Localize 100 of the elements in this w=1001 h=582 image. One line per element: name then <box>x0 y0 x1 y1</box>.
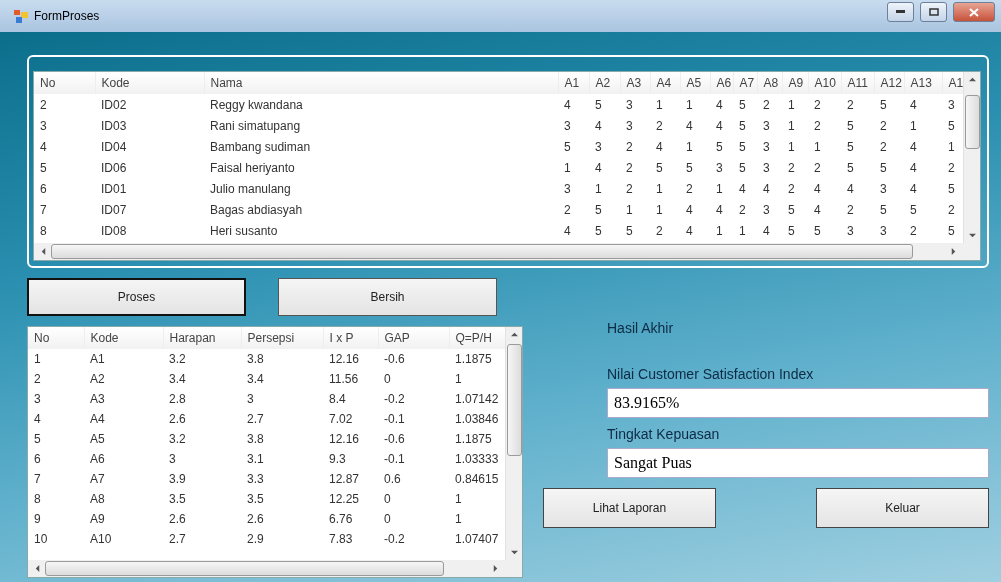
column-header[interactable]: A1 <box>942 72 963 94</box>
table-cell-text: 5 <box>947 117 956 135</box>
table-cell: ID02 <box>95 94 204 115</box>
table-cell-text: 5 <box>846 159 855 177</box>
table-cell-text: 10 <box>33 531 49 548</box>
table-cell-text: 7 <box>39 201 48 219</box>
scroll-thumb[interactable] <box>506 344 522 456</box>
table-cell: 4 <box>558 94 589 115</box>
table-cell-text: -0.6 <box>383 431 406 448</box>
table-cell-text: -0.1 <box>383 451 406 468</box>
column-header[interactable]: A6 <box>710 72 733 94</box>
scroll-thumb[interactable] <box>964 95 980 149</box>
table-cell-text: 2 <box>655 117 664 135</box>
table-cell: 5 <box>589 94 620 115</box>
table-cell-text: ID01 <box>100 180 128 198</box>
table-cell-text: 2 <box>655 222 664 240</box>
table-cell: 1 <box>680 94 710 115</box>
table-cell-text: ID07 <box>100 201 128 219</box>
column-header[interactable]: A11 <box>841 72 874 94</box>
column-header[interactable]: A3 <box>620 72 650 94</box>
horizontal-scrollbar[interactable] <box>34 243 963 260</box>
table-cell-text: -0.2 <box>383 391 406 408</box>
maximize-button[interactable] <box>920 2 947 22</box>
table-cell-text: 3 <box>594 138 603 156</box>
table-cell-text: 12.25 <box>328 491 361 508</box>
table-cell-text: 2 <box>813 117 822 135</box>
table-cell-text: 5 <box>813 222 822 240</box>
column-header[interactable]: A12 <box>874 72 904 94</box>
column-header[interactable]: A1 <box>558 72 589 94</box>
column-header[interactable]: I x P <box>323 327 378 349</box>
table-cell-text: 5 <box>787 201 796 219</box>
column-header[interactable]: No <box>28 327 84 349</box>
table-cell-text: 4 <box>685 117 694 135</box>
table-cell-text: 2 <box>947 201 956 219</box>
table-cell-text: A2 <box>89 371 106 388</box>
scroll-thumb[interactable] <box>45 561 445 576</box>
table-cell-text: 3.2 <box>168 431 187 448</box>
scroll-thumb[interactable] <box>51 244 914 259</box>
table-cell-text: 5 <box>563 138 572 156</box>
table-cell-text: Julio manulang <box>209 180 292 198</box>
minimize-icon <box>896 10 905 14</box>
column-header[interactable]: GAP <box>378 327 449 349</box>
table-cell: 2 <box>841 94 874 115</box>
table-cell-text: 4 <box>685 222 694 240</box>
maximize-icon <box>928 8 939 16</box>
table-cell-text: A4 <box>89 411 106 428</box>
input-field[interactable]: Sangat Puas <box>607 448 989 478</box>
table-cell-text: 6 <box>33 451 42 468</box>
vertical-scrollbar[interactable] <box>963 72 980 243</box>
table-cell-text: 4 <box>594 159 603 177</box>
table-cell-text: 2 <box>879 117 888 135</box>
column-header[interactable]: A8 <box>757 72 782 94</box>
column-header[interactable]: Q=P/H <box>449 327 505 349</box>
table-cell-text: 1.07407 <box>454 531 500 548</box>
table-cell-text: 2 <box>909 222 918 240</box>
table-cell-text: 2 <box>813 159 822 177</box>
column-header[interactable]: A5 <box>680 72 710 94</box>
table-cell-text: 8 <box>33 491 42 508</box>
column-header[interactable]: A2 <box>589 72 620 94</box>
column-header[interactable]: A10 <box>808 72 841 94</box>
table-cell-text: 1 <box>563 159 572 177</box>
vertical-scrollbar[interactable] <box>505 327 522 560</box>
table-cell-text: 4 <box>738 180 747 198</box>
action-button[interactable]: Keluar <box>816 488 989 528</box>
table-cell-text: 1 <box>655 201 664 219</box>
action-button[interactable]: Lihat Laporan <box>543 488 716 528</box>
column-header[interactable]: Persepsi <box>241 327 323 349</box>
table-cell-text: 1 <box>454 371 463 388</box>
table-cell-text: A7 <box>89 471 106 488</box>
column-header[interactable]: A4 <box>650 72 680 94</box>
column-header[interactable]: Kode <box>84 327 163 349</box>
table-cell-text: 5 <box>738 159 747 177</box>
input-field[interactable]: 83.9165% <box>607 388 989 418</box>
table-cell: 3 <box>620 94 650 115</box>
table-cell-text: 2 <box>846 201 855 219</box>
column-header[interactable]: A7 <box>733 72 757 94</box>
column-header[interactable]: Kode <box>95 72 204 94</box>
table-cell-text: 11.56 <box>328 371 360 388</box>
table-cell-text: 1.1875 <box>454 431 493 448</box>
column-header[interactable]: A9 <box>782 72 808 94</box>
horizontal-scrollbar[interactable] <box>28 560 505 577</box>
table-cell-text: 4 <box>39 138 48 156</box>
table-cell-text: 1 <box>947 138 956 156</box>
minimize-button[interactable] <box>887 2 914 22</box>
close-button[interactable] <box>953 2 995 22</box>
table-cell-text: 2.9 <box>246 531 265 548</box>
column-header[interactable]: No <box>34 72 95 94</box>
action-button[interactable]: Bersih <box>278 278 497 316</box>
table-cell-text: 2.8 <box>168 391 187 408</box>
column-header[interactable]: Nama <box>204 72 558 94</box>
table-cell-text: 3 <box>762 117 771 135</box>
table-cell-text: 1 <box>655 180 664 198</box>
table-cell: 3.8 <box>241 349 323 369</box>
column-header[interactable]: A13 <box>904 72 942 94</box>
table-cell-text: 1 <box>715 222 724 240</box>
column-header[interactable]: Harapan <box>163 327 241 349</box>
table-cell-text: 4 <box>762 222 771 240</box>
table-cell-text: 5 <box>909 201 918 219</box>
table-cell-text: 5 <box>39 159 48 177</box>
action-button[interactable]: Proses <box>27 278 246 316</box>
